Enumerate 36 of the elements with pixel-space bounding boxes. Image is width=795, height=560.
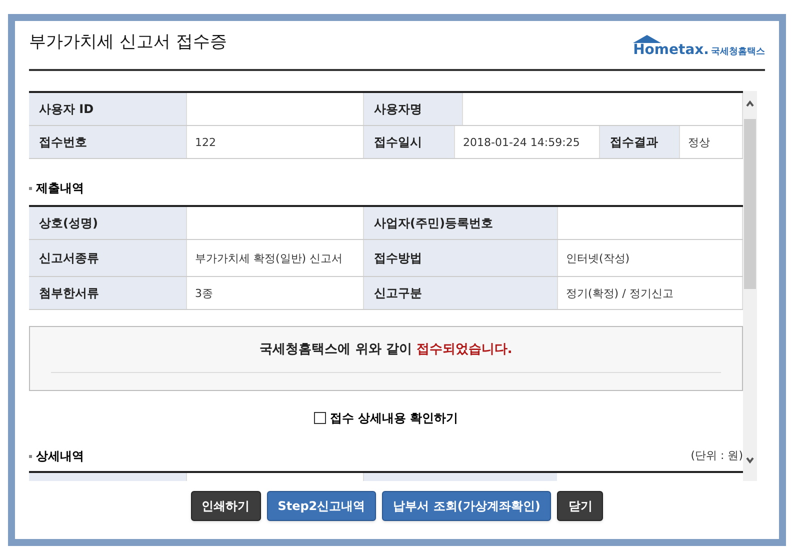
label-cell: 신고서종류: [29, 240, 186, 276]
dialog-button[interactable]: Step2신고내역: [266, 491, 376, 521]
label-cell: 사용자명: [364, 93, 462, 125]
dialog-button[interactable]: 납부서 조회(가상계좌확인): [382, 491, 552, 521]
value-cell: 정상: [679, 126, 743, 158]
value-cell: 2018-01-24 14:59:25: [454, 126, 600, 158]
value-cell: 부가가치세 확정(일반) 신고서: [186, 240, 364, 276]
dialog-button[interactable]: 인쇄하기: [190, 491, 261, 521]
window-title: 부가가치세 신고서 접수증: [29, 30, 227, 54]
checkbox-label[interactable]: 접수 상세내용 확인하기: [330, 409, 458, 428]
label-cell: 사용자 ID: [29, 93, 186, 125]
message-text: 국세청홈택스에 위와 같이 접수되었습니다.: [260, 341, 512, 359]
logo-text: Hometax.: [633, 43, 709, 57]
unit-label: (단위 : 원): [690, 448, 743, 464]
label-cell: 접수번호: [29, 126, 186, 158]
dialog-button[interactable]: 닫기: [557, 491, 604, 521]
label-cell: 접수결과: [600, 126, 679, 158]
value-cell: 3종: [186, 277, 364, 309]
section-heading: 상세내역: [36, 448, 84, 466]
label-cell: 상호(성명): [29, 207, 186, 239]
label-cell: 신고구분: [364, 277, 557, 309]
label-cell: 첨부한서류: [29, 277, 186, 309]
label-cell: 접수방법: [364, 240, 557, 276]
bullet-icon: [29, 186, 32, 190]
checkbox[interactable]: [314, 412, 326, 424]
bullet-icon: [29, 454, 32, 458]
section-heading: 제출내역: [36, 180, 84, 197]
value-cell: 정기(확정) / 정기신고: [557, 277, 743, 309]
label-cell: 접수일시: [364, 126, 454, 158]
label-cell: 사업자(주민)등록번호: [364, 207, 557, 239]
logo-subtitle: 국세청홈택스: [711, 48, 765, 57]
value-cell: 122: [186, 126, 364, 158]
scrollbar[interactable]: [743, 91, 757, 481]
value-cell: 인터넷(작성): [557, 240, 743, 276]
scrollbar-thumb[interactable]: [744, 119, 756, 289]
roof-icon: [633, 35, 662, 43]
